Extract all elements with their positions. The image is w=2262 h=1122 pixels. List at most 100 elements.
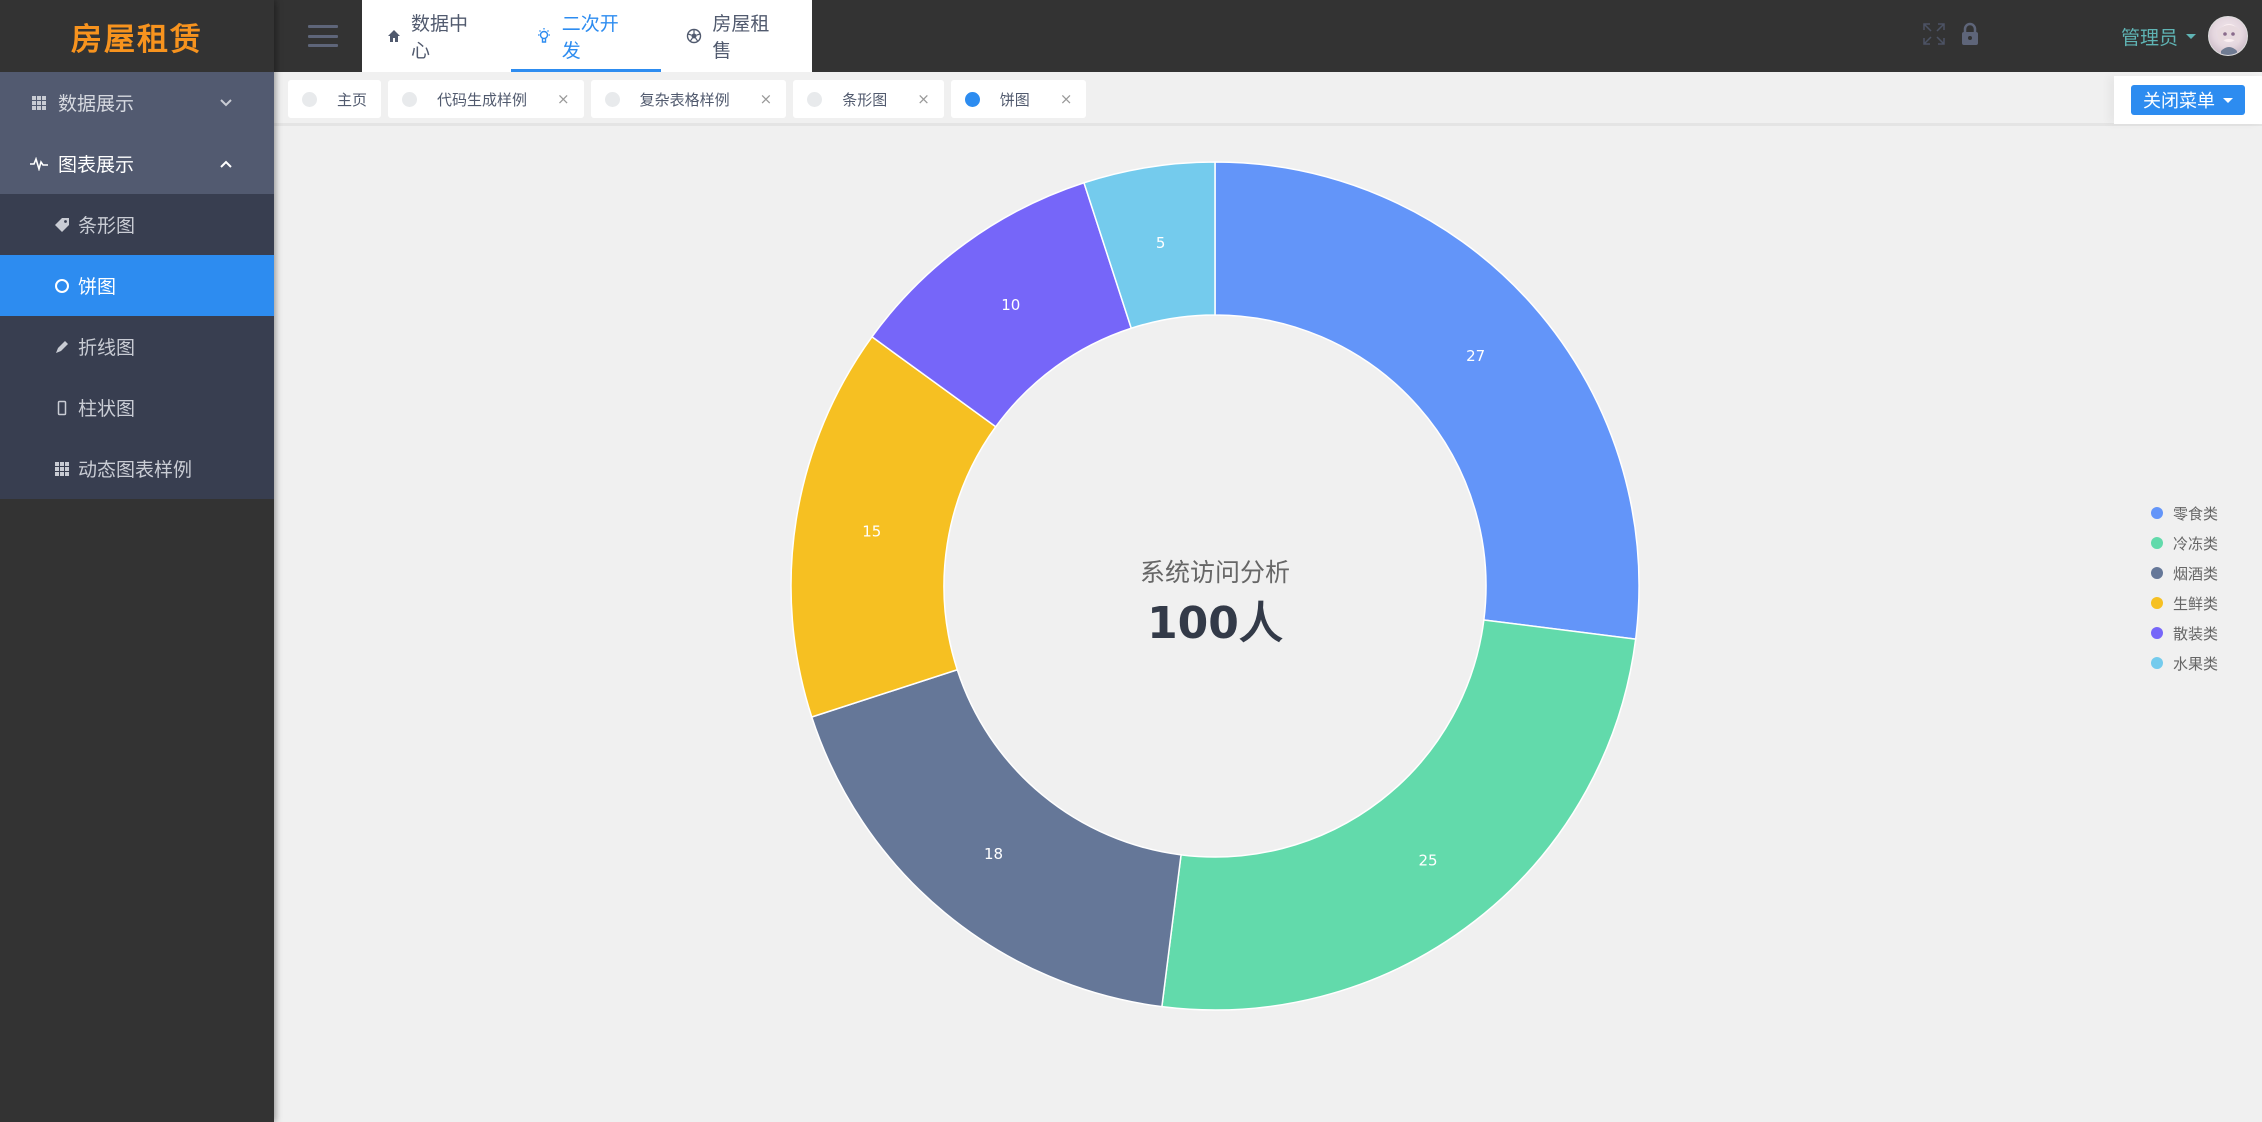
app-root: 房屋租赁 数据展示 图表展示 条形图 饼图 折线图 柱状图 动态图表样例 数据中… xyxy=(0,0,2262,1122)
tab-status-dot xyxy=(302,91,317,107)
bulb-icon xyxy=(536,27,552,45)
sidebar-item-dynamic-chart[interactable]: 动态图表样例 xyxy=(0,438,274,499)
sidebar-item-label: 动态图表样例 xyxy=(78,459,193,481)
home-icon xyxy=(387,29,401,43)
header-tools xyxy=(1922,22,1980,50)
sidebar-item-line-chart[interactable]: 折线图 xyxy=(0,316,274,377)
pie-data-label: 18 xyxy=(984,845,1003,863)
app-logo: 房屋租赁 xyxy=(71,21,203,58)
pie-data-label: 10 xyxy=(1001,296,1020,314)
legend-dot-icon xyxy=(2151,567,2163,579)
user-menu[interactable]: 管理员 xyxy=(2121,0,2196,72)
legend-label: 冷冻类 xyxy=(2173,534,2219,553)
legend-item[interactable]: 水果类 xyxy=(2151,648,2218,678)
chart-center-value: 100人 xyxy=(1147,598,1283,649)
sidebar-group-label: 数据展示 xyxy=(58,93,135,115)
legend-label: 水果类 xyxy=(2173,654,2219,673)
top-nav: 数据中心 二次开发 房屋租售 xyxy=(362,0,812,72)
grid-icon xyxy=(30,95,48,110)
legend-label: 散装类 xyxy=(2173,624,2219,643)
pulse-icon xyxy=(30,156,48,171)
tab-label: 主页 xyxy=(337,90,368,109)
top-nav-data-center[interactable]: 数据中心 xyxy=(362,0,511,72)
close-menu-label: 关闭菜单 xyxy=(2143,91,2215,112)
legend-item[interactable]: 烟酒类 xyxy=(2151,558,2218,588)
top-nav-secondary-dev[interactable]: 二次开发 xyxy=(510,0,662,72)
sidebar-item-label: 饼图 xyxy=(78,276,117,298)
tab-bar-chart[interactable]: 条形图 × xyxy=(793,80,944,118)
chart-area: 27 25 18 15 10 5 系统访问分析 100人 零食类冷冻类烟酒类生鲜类散装类水… xyxy=(274,129,2262,1122)
fullscreen-icon[interactable] xyxy=(1922,22,1946,50)
aperture-icon xyxy=(686,28,702,44)
close-menu-button[interactable]: 关闭菜单 xyxy=(2131,85,2245,115)
legend-item[interactable]: 冷冻类 xyxy=(2151,528,2218,558)
legend-dot-icon xyxy=(2151,507,2163,519)
tab-home[interactable]: 主页 xyxy=(288,80,382,118)
tab-status-dot xyxy=(402,91,418,107)
tab-bar: 主页 代码生成样例 × 复杂表格样例 × 条形图 × 饼图 × 关闭菜单 xyxy=(274,72,2262,126)
close-icon[interactable]: × xyxy=(917,90,930,108)
caret-down-icon xyxy=(2186,33,2196,39)
tab-label: 复杂表格样例 xyxy=(639,90,730,109)
legend-label: 生鲜类 xyxy=(2173,594,2219,613)
lock-icon[interactable] xyxy=(1960,22,1980,50)
sidebar-item-label: 折线图 xyxy=(78,337,136,359)
sidebar: 房屋租赁 数据展示 图表展示 条形图 饼图 折线图 柱状图 动态图表样例 xyxy=(0,0,274,1122)
top-nav-label: 数据中心 xyxy=(411,13,469,62)
sidebar-item-bar-chart[interactable]: 条形图 xyxy=(0,194,274,255)
pie-data-label: 27 xyxy=(1466,347,1485,365)
tab-label: 饼图 xyxy=(999,90,1030,109)
legend-dot-icon xyxy=(2151,597,2163,609)
legend-dot-icon xyxy=(2151,537,2163,549)
pie-data-label: 15 xyxy=(862,523,881,541)
pie-slice-1[interactable] xyxy=(1161,619,1637,1011)
sidebar-item-column-chart[interactable]: 柱状图 xyxy=(0,377,274,438)
sidebar-group-data-display[interactable]: 数据展示 xyxy=(0,72,274,133)
chart-title: 系统访问分析 xyxy=(1139,558,1290,587)
tab-code-generation[interactable]: 代码生成样例 × xyxy=(388,80,584,118)
sidebar-item-label: 条形图 xyxy=(78,215,136,237)
tab-complex-table[interactable]: 复杂表格样例 × xyxy=(590,80,787,118)
legend-label: 烟酒类 xyxy=(2173,564,2219,583)
top-nav-label: 房屋租售 xyxy=(712,13,770,62)
close-menu-wrap: 关闭菜单 xyxy=(2114,76,2262,124)
pie-slice-2[interactable] xyxy=(810,668,1182,1008)
tag-icon xyxy=(54,217,70,233)
close-icon[interactable]: × xyxy=(557,90,570,108)
pie-data-label: 5 xyxy=(1156,234,1166,252)
top-nav-label: 二次开发 xyxy=(561,13,619,62)
tab-pie-chart[interactable]: 饼图 × xyxy=(950,80,1087,118)
close-icon[interactable]: × xyxy=(1060,90,1073,108)
tab-label: 条形图 xyxy=(842,90,888,109)
user-name: 管理员 xyxy=(2120,26,2178,49)
sidebar-submenu: 条形图 饼图 折线图 柱状图 动态图表样例 xyxy=(0,194,274,499)
tab-status-dot xyxy=(807,91,823,107)
close-icon[interactable]: × xyxy=(760,90,773,108)
grid-icon xyxy=(54,461,70,477)
sidebar-group-label: 图表展示 xyxy=(58,154,135,176)
legend-label: 零食类 xyxy=(2173,504,2219,523)
tab-status-dot xyxy=(604,91,620,107)
top-nav-house-sales[interactable]: 房屋租售 xyxy=(661,0,812,72)
pen-icon xyxy=(54,339,70,355)
chevron-down-icon xyxy=(217,94,235,112)
caret-down-icon xyxy=(2223,97,2233,103)
pie-data-label: 25 xyxy=(1418,852,1437,870)
tab-label: 代码生成样例 xyxy=(437,90,528,109)
sidebar-item-pie-chart[interactable]: 饼图 xyxy=(0,255,274,316)
legend-dot-icon xyxy=(2151,627,2163,639)
menu-toggle-icon[interactable] xyxy=(308,25,338,47)
tab-status-dot xyxy=(964,91,980,107)
legend-item[interactable]: 散装类 xyxy=(2151,618,2218,648)
tabs: 主页 代码生成样例 × 复杂表格样例 × 条形图 × 饼图 × xyxy=(288,80,1087,118)
legend-item[interactable]: 生鲜类 xyxy=(2151,588,2218,618)
sidebar-group-chart-display[interactable]: 图表展示 xyxy=(0,133,274,194)
top-header: 数据中心 二次开发 房屋租售 管理员 xyxy=(274,0,2262,72)
legend-dot-icon xyxy=(2151,657,2163,669)
chart-legend: 零食类冷冻类烟酒类生鲜类散装类水果类 xyxy=(2151,498,2218,678)
chevron-up-icon xyxy=(217,155,235,173)
legend-item[interactable]: 零食类 xyxy=(2151,498,2218,528)
circle-icon xyxy=(54,278,70,294)
phone-icon xyxy=(54,400,70,416)
avatar[interactable] xyxy=(2208,16,2248,56)
